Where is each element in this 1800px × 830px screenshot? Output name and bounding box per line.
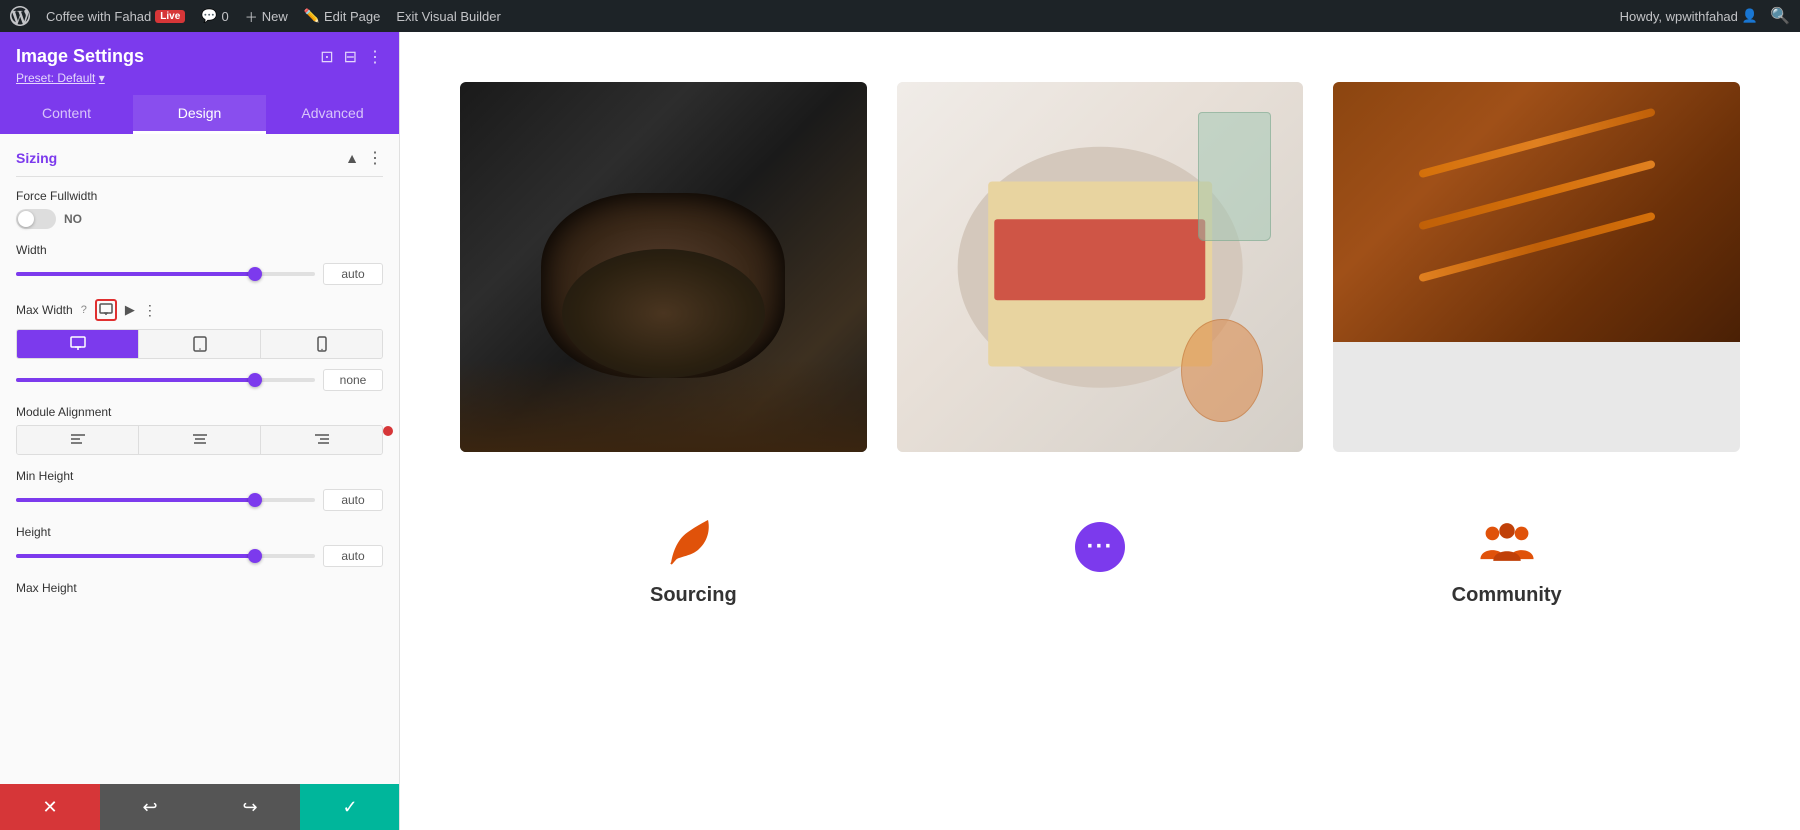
- align-center-btn[interactable]: [139, 426, 261, 454]
- width-value[interactable]: auto: [323, 263, 383, 285]
- sourcing-label: Sourcing: [650, 584, 737, 607]
- force-fullwidth-toggle-row: NO: [16, 209, 383, 229]
- wp-logo[interactable]: [10, 6, 30, 26]
- device-desktop-btn[interactable]: [17, 330, 139, 358]
- tab-advanced[interactable]: Advanced: [266, 95, 399, 134]
- max-width-label: Max Width: [16, 303, 73, 317]
- admin-bar-right: Howdy, wpwithfahad 👤 🔍: [1620, 6, 1790, 26]
- max-width-value[interactable]: none: [323, 369, 383, 391]
- device-mobile-btn[interactable]: [261, 330, 382, 358]
- image-item-food: [897, 82, 1304, 452]
- device-buttons: [16, 329, 383, 359]
- min-height-slider[interactable]: [16, 498, 315, 502]
- image-item-coffee: [460, 82, 867, 452]
- force-fullwidth-field: Force Fullwidth NO: [16, 189, 383, 229]
- food-image: [897, 82, 1304, 452]
- width-label: Width: [16, 243, 383, 257]
- max-width-header: Max Width ? ▶ ⋮: [16, 299, 383, 321]
- bbq-image: [1333, 82, 1740, 342]
- exit-visual-builder[interactable]: Exit Visual Builder: [396, 9, 501, 24]
- desktop-icon-btn[interactable]: [95, 299, 117, 321]
- toggle-knob: [18, 211, 34, 227]
- height-slider-row: auto: [16, 545, 383, 567]
- howdy-text[interactable]: Howdy, wpwithfahad 👤: [1620, 8, 1758, 24]
- image-grid: [460, 82, 1740, 452]
- width-slider[interactable]: [16, 272, 315, 276]
- toggle-value: NO: [64, 212, 82, 226]
- panel-tabs: Content Design Advanced: [0, 95, 399, 134]
- max-height-field: Max Height: [16, 581, 383, 595]
- community-people-icon: [1477, 512, 1537, 572]
- module-alignment-field: Module Alignment: [16, 405, 383, 455]
- new-item[interactable]: ＋ New: [245, 7, 288, 26]
- sourcing-icon-item: Sourcing: [500, 512, 887, 607]
- device-tablet-btn[interactable]: [139, 330, 261, 358]
- panel-title-row: Image Settings ⊡ ⊟ ⋮: [16, 46, 383, 67]
- max-width-field: Max Width ? ▶ ⋮: [16, 299, 383, 391]
- floating-button-item: ···: [907, 512, 1294, 572]
- site-name[interactable]: Coffee with Fahad Live: [46, 9, 185, 24]
- cancel-button[interactable]: ✕: [0, 784, 100, 830]
- admin-bar: Coffee with Fahad Live 💬 0 ＋ New ✏️ Edit…: [0, 0, 1800, 32]
- align-left-btn[interactable]: [17, 426, 139, 454]
- sizing-section-header: Sizing ▲ ⋮: [16, 134, 383, 177]
- panel-body: Sizing ▲ ⋮ Force Fullwidth NO: [0, 134, 399, 830]
- tab-design[interactable]: Design: [133, 95, 266, 134]
- comments-item[interactable]: 💬 0: [201, 8, 228, 24]
- columns-icon[interactable]: ⊟: [344, 47, 357, 67]
- main-layout: Image Settings ⊡ ⊟ ⋮ Preset: Default ▾ C…: [0, 32, 1800, 830]
- save-button[interactable]: ✓: [300, 784, 400, 830]
- max-height-label: Max Height: [16, 581, 383, 595]
- height-value[interactable]: auto: [323, 545, 383, 567]
- module-alignment-label: Module Alignment: [16, 405, 383, 419]
- coffee-image: [460, 82, 867, 452]
- max-width-slider-row: none: [16, 369, 383, 391]
- force-fullwidth-toggle[interactable]: [16, 209, 56, 229]
- panel-title: Image Settings: [16, 46, 144, 67]
- align-right-btn[interactable]: [261, 426, 382, 454]
- search-icon[interactable]: 🔍: [1770, 6, 1790, 26]
- community-label: Community: [1452, 584, 1562, 607]
- panel-title-icons: ⊡ ⊟ ⋮: [320, 47, 383, 67]
- collapse-icon[interactable]: ▲: [345, 150, 359, 166]
- panel-indicator: [383, 426, 393, 436]
- section-actions: ▲ ⋮: [345, 148, 383, 168]
- max-width-arrow[interactable]: ▶: [125, 302, 135, 318]
- sizing-title: Sizing: [16, 150, 57, 166]
- resize-icon[interactable]: ⊡: [320, 47, 333, 67]
- edit-page-item[interactable]: ✏️ Edit Page: [304, 8, 381, 24]
- panel-header: Image Settings ⊡ ⊟ ⋮ Preset: Default ▾: [0, 32, 399, 95]
- max-width-dots[interactable]: ⋮: [143, 302, 157, 319]
- height-field: Height auto: [16, 525, 383, 567]
- min-height-field: Min Height auto: [16, 469, 383, 511]
- redo-button[interactable]: ↪: [200, 784, 300, 830]
- help-icon[interactable]: ?: [81, 304, 87, 316]
- section-menu-icon[interactable]: ⋮: [367, 148, 383, 168]
- bottom-bar: ✕ ↩ ↪ ✓: [0, 784, 400, 830]
- force-fullwidth-label: Force Fullwidth: [16, 189, 383, 203]
- width-slider-row: auto: [16, 263, 383, 285]
- alignment-buttons: [16, 425, 383, 455]
- min-height-value[interactable]: auto: [323, 489, 383, 511]
- live-badge: Live: [155, 10, 185, 23]
- icons-section: Sourcing ···: [460, 512, 1740, 607]
- community-icon-item: Community: [1313, 512, 1700, 607]
- height-label: Height: [16, 525, 383, 539]
- min-height-label: Min Height: [16, 469, 383, 483]
- undo-button[interactable]: ↩: [100, 784, 200, 830]
- image-item-bbq: [1333, 82, 1740, 452]
- floating-circle-button[interactable]: ···: [1075, 522, 1125, 572]
- content-wrapper: Sourcing ···: [460, 82, 1740, 607]
- min-height-slider-row: auto: [16, 489, 383, 511]
- max-width-slider[interactable]: [16, 378, 315, 382]
- panel-preset[interactable]: Preset: Default ▾: [16, 71, 383, 85]
- height-slider[interactable]: [16, 554, 315, 558]
- left-panel: Image Settings ⊡ ⊟ ⋮ Preset: Default ▾ C…: [0, 32, 400, 830]
- width-field: Width auto: [16, 243, 383, 285]
- tab-content[interactable]: Content: [0, 95, 133, 134]
- sourcing-leaf-icon: [663, 512, 723, 572]
- more-options-icon[interactable]: ⋮: [367, 47, 383, 67]
- content-area: Sourcing ···: [400, 32, 1800, 830]
